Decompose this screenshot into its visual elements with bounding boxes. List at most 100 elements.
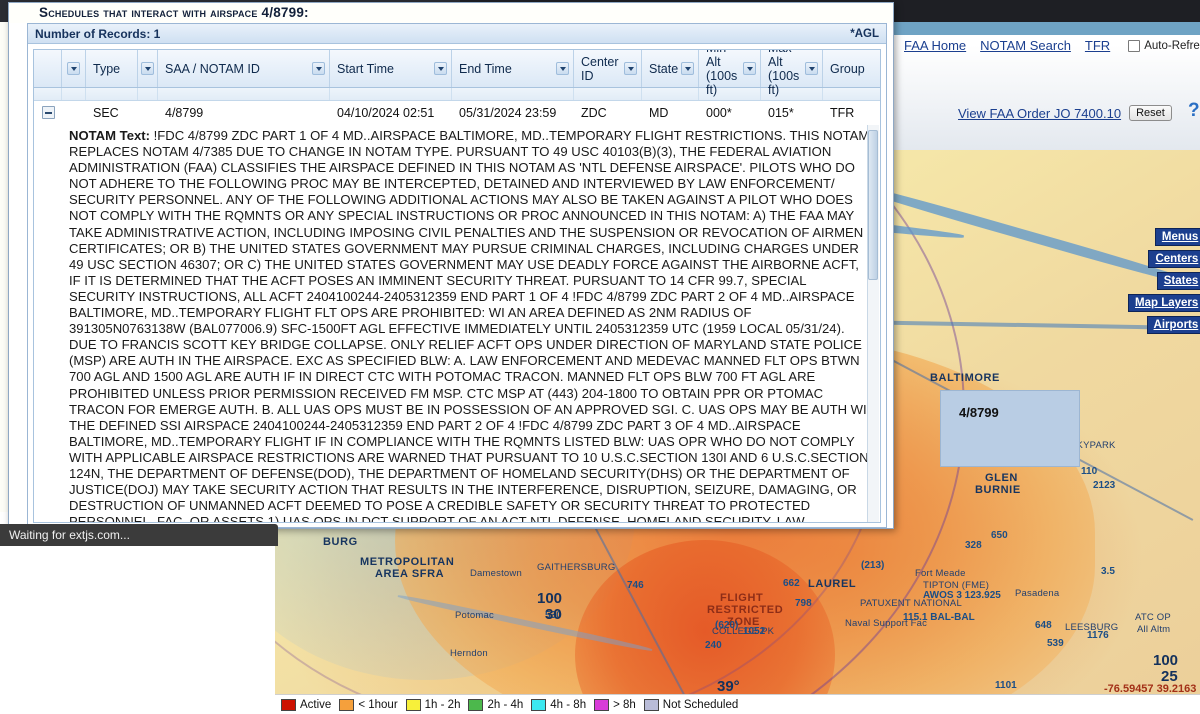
cell-saa-notam-id: 4/8799 [165,105,204,120]
auto-refresh-checkbox[interactable] [1128,39,1141,52]
grid-header-min-alt[interactable]: Min Alt (100s ft) [699,50,761,97]
grid-header-label-minalt: Min Alt (100s ft) [706,50,743,97]
grid-header-end-time[interactable]: End Time [452,50,574,87]
grid-header-sort-1 [138,50,158,87]
tfr-tooltip[interactable]: 4/8799 [940,390,1080,467]
chevron-down-icon[interactable] [141,62,154,75]
legend-item: 2h - 4h [468,698,523,711]
grid-filter-cell [86,88,138,100]
grid-header-label: End Time [459,61,512,76]
legend-swatch-2h4h [468,698,484,711]
chevron-down-icon[interactable] [67,62,80,75]
grid-header-saa-notam-id[interactable]: SAA / NOTAM ID [158,50,330,87]
map-elevation-label: 30 [545,606,562,623]
grid-filter-cell [330,88,452,100]
legend-label: 4h - 8h [550,698,587,711]
schedules-grid: Type SAA / NOTAM ID Start Time End Time … [33,49,881,523]
legend-swatch-active [281,698,296,711]
cell-type: SEC [93,105,119,120]
grid-header-label: Center ID [581,54,619,83]
grid-header-sort-0 [62,50,86,87]
table-row[interactable]: SEC 4/8799 04/10/2024 02:51 05/31/2024 2… [34,101,880,124]
chevron-down-icon[interactable] [312,62,325,75]
legend-swatch-not-scheduled [643,698,659,711]
chevron-down-icon[interactable] [624,62,637,75]
agl-note: *AGL [850,27,879,40]
row-spacer [62,101,86,124]
nav-link-notam-search[interactable]: NOTAM Search [980,38,1071,53]
window-title: Schedules that interact with airspace 4/… [9,3,893,23]
cell-center-id: ZDC [581,105,607,120]
grid-filter-cell [642,88,699,100]
grid-header-expander-col [34,50,62,87]
map-elevation-label: (213) [861,560,885,571]
grid-filter-row [34,88,880,101]
auto-refresh-control[interactable]: Auto-Refresh [1128,39,1200,52]
notam-scrollbar-thumb[interactable] [868,130,878,280]
map-button-map-layers[interactable]: Map Layers [1128,294,1200,312]
cell-end-time: 05/31/2024 23:59 [459,105,557,120]
legend-item: 1h - 2h [405,698,460,711]
map-elevation-label: 3.5 [1101,566,1115,577]
grid-header-label: Start Time [337,61,394,76]
chevron-down-icon[interactable] [743,62,756,75]
map-elevation-label: 1176 [1087,630,1109,641]
legend-item: > 8h [594,698,636,711]
legend-label: > 8h [613,698,636,711]
cell-start-time: 04/10/2024 02:51 [337,105,435,120]
notam-text-block: NOTAM Text: !FDC 4/8799 ZDC PART 1 OF 4 … [35,125,880,522]
map-button-centers[interactable]: Centers [1148,250,1200,268]
map-place-label: METROPOLITAN [360,556,455,568]
map-elevation-label: 650 [991,530,1008,541]
legend-swatch-lt1h [339,698,355,711]
grid-header-type[interactable]: Type [86,50,138,87]
chevron-down-icon[interactable] [681,62,694,75]
row-spacer [138,101,158,124]
map-place-label: AREA SFRA [375,568,445,580]
notam-text-label: NOTAM Text: [69,128,150,143]
grid-header-state[interactable]: State [642,50,699,87]
chevron-down-icon[interactable] [556,62,569,75]
chevron-down-icon[interactable] [805,62,818,75]
map-place-label: Potomac [455,610,494,621]
grid-header-group[interactable]: Group [823,50,880,87]
nav-link-faa-home[interactable]: FAA Home [904,38,966,53]
map-place-label: GLEN [985,472,1018,484]
grid-filter-cell [34,88,62,100]
map-elevation-label: 100 [537,590,563,607]
tfr-tooltip-label: 4/8799 [959,405,999,420]
map-elevation-label: 648 [1035,620,1052,631]
map-place-label: Damestown [470,568,522,579]
grid-header-maxalt-line1: Max Alt [768,50,792,69]
browser-status-bar: Waiting for extjs.com... [0,524,278,546]
row-expander-cell[interactable] [34,101,62,124]
screen-root: FAA Home NOTAM Search TFR Auto-Refresh V… [0,0,1200,714]
view-faa-order-link[interactable]: View FAA Order JO 7400.10 [958,106,1121,121]
map-elevation-label: 100 [1153,652,1179,669]
help-icon[interactable]: ? [1188,100,1200,122]
grid-header-max-alt[interactable]: Max Alt (100s ft) [761,50,823,97]
cell-state: MD [649,105,669,120]
status-text: Waiting for extjs.com... [9,528,130,542]
map-place-label: BURNIE [975,484,1021,496]
grid-header-label: State [649,61,679,76]
chevron-down-icon[interactable] [434,62,447,75]
map-elevation-label: AWOS 3 123.925 [923,590,1001,601]
collapse-icon[interactable] [41,106,55,119]
map-button-states[interactable]: States [1156,272,1200,290]
map-place-label: RESTRICTED [707,604,784,616]
schedules-popup-window: Schedules that interact with airspace 4/… [8,2,894,529]
reset-button[interactable]: Reset [1129,105,1172,121]
cell-min-alt: 000* [706,105,732,120]
grid-header-start-time[interactable]: Start Time [330,50,452,87]
records-panel: Number of Records: 1 *AGL Type SAA / NOT… [27,23,887,528]
grid-header-label: Group [830,61,865,76]
map-button-menus[interactable]: Menus [1154,228,1200,246]
map-place-label: ATC OP [1135,612,1171,623]
window-title-caps: Schedules that interact with airspace [39,5,258,20]
map-button-airports[interactable]: Airports [1146,316,1200,334]
nav-link-tfr[interactable]: TFR [1085,38,1110,53]
map-elevation-label: (620) [715,620,739,631]
grid-header-center-id[interactable]: Center ID [574,50,642,87]
legend-label: Not Scheduled [662,698,739,711]
